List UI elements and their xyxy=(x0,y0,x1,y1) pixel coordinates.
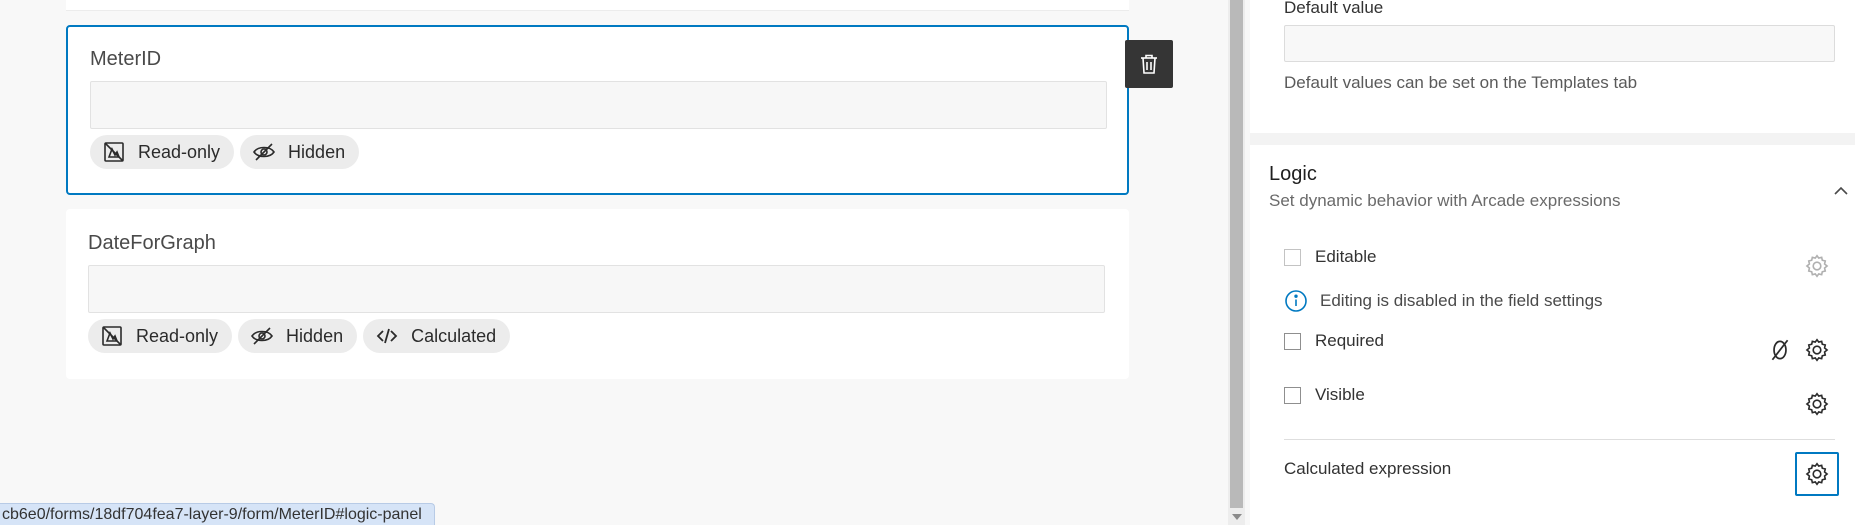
visible-row: Visible xyxy=(1284,385,1365,405)
calculated-expression-button[interactable] xyxy=(1795,452,1839,496)
read-only-icon xyxy=(102,326,122,346)
field-input-preview xyxy=(88,265,1105,313)
chip-label: Hidden xyxy=(288,141,346,162)
visible-checkbox[interactable] xyxy=(1284,386,1301,404)
info-text: Editing is disabled in the field setting… xyxy=(1320,291,1603,310)
logic-title[interactable]: Logic xyxy=(1269,163,1317,186)
canvas-scrollbar[interactable] xyxy=(1228,0,1245,525)
chip-label: Read-only xyxy=(138,141,221,162)
logic-subtitle: Set dynamic behavior with Arcade express… xyxy=(1269,191,1621,210)
previous-field-card[interactable] xyxy=(66,0,1129,11)
chip-label: Hidden xyxy=(286,325,344,346)
code-icon xyxy=(376,328,398,344)
empty-set-icon xyxy=(1771,339,1789,361)
field-card-dateforgraph[interactable]: DateForGraph Read-only Hidden Calculated xyxy=(66,209,1129,379)
calculated-expression-label: Calculated expression xyxy=(1284,459,1452,478)
editable-expression-button[interactable] xyxy=(1800,249,1834,283)
visible-expression-button[interactable] xyxy=(1800,387,1834,421)
required-checkbox[interactable] xyxy=(1284,332,1301,350)
field-input-preview xyxy=(90,81,1107,129)
field-card-meterid[interactable]: MeterID Read-only Hidden xyxy=(66,25,1173,195)
hidden-chip: Hidden xyxy=(240,135,360,169)
gear-icon xyxy=(1805,254,1829,278)
default-value-label: Default value xyxy=(1284,0,1384,17)
field-chip-row: Read-only Hidden xyxy=(90,135,360,169)
editable-row: Editable xyxy=(1284,247,1376,267)
info-icon xyxy=(1285,290,1307,312)
scroll-down-arrow-icon[interactable] xyxy=(1232,514,1242,520)
editable-label: Editable xyxy=(1315,247,1377,266)
properties-panel: Default value Default values can be set … xyxy=(1250,0,1855,525)
visible-label: Visible xyxy=(1315,385,1365,404)
chip-label: Read-only xyxy=(136,325,219,346)
editing-disabled-notice: Editing is disabled in the field setting… xyxy=(1284,289,1603,313)
required-row: Required xyxy=(1284,331,1384,351)
read-only-icon xyxy=(104,142,124,162)
form-canvas: MeterID Read-only Hidden DateForGraph Re… xyxy=(0,0,1228,525)
default-value-input[interactable] xyxy=(1284,25,1835,62)
section-divider xyxy=(1284,439,1835,440)
chip-label: Calculated xyxy=(411,325,497,346)
status-bar-url: cb6e0/forms/18df704fea7-layer-9/form/Met… xyxy=(0,503,435,525)
logic-section: Logic Set dynamic behavior with Arcade e… xyxy=(1250,145,1855,525)
gear-icon xyxy=(1805,462,1829,486)
trash-icon xyxy=(1141,54,1157,74)
delete-field-button[interactable] xyxy=(1125,40,1173,88)
hidden-icon xyxy=(253,143,276,161)
required-label: Required xyxy=(1315,331,1384,350)
scrollbar-thumb[interactable] xyxy=(1230,0,1243,508)
gear-icon xyxy=(1805,392,1829,416)
required-expression-button[interactable] xyxy=(1800,333,1834,367)
required-no-expression-indicator xyxy=(1763,333,1797,367)
field-title: MeterID xyxy=(90,48,162,70)
read-only-chip: Read-only xyxy=(90,135,235,169)
read-only-chip: Read-only xyxy=(88,319,233,353)
field-chip-row: Read-only Hidden Calculated xyxy=(88,319,511,353)
calculated-chip: Calculated xyxy=(363,319,511,353)
gear-icon xyxy=(1805,338,1829,362)
hidden-chip: Hidden xyxy=(238,319,358,353)
hidden-icon xyxy=(251,327,274,345)
chevron-up-icon[interactable] xyxy=(1832,182,1850,200)
field-title: DateForGraph xyxy=(88,232,216,254)
editable-checkbox[interactable] xyxy=(1284,248,1301,266)
default-value-help-text: Default values can be set on the Templat… xyxy=(1284,73,1638,92)
default-value-section: Default value Default values can be set … xyxy=(1250,0,1855,133)
